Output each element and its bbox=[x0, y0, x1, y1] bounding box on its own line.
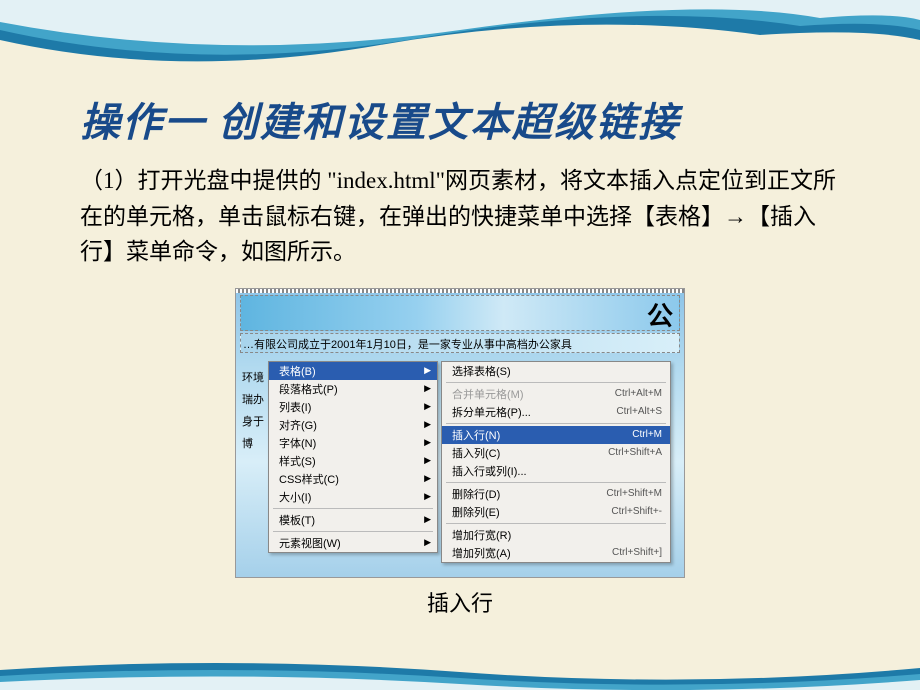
menu-item-insert-column[interactable]: 插入列(C) Ctrl+Shift+A bbox=[442, 444, 670, 462]
menu-item-split-cell[interactable]: 拆分单元格(P)... Ctrl+Alt+S bbox=[442, 403, 670, 421]
submenu-arrow-icon: ▶ bbox=[424, 419, 431, 430]
menu-item-increase-row-width[interactable]: 增加行宽(R) bbox=[442, 526, 670, 544]
slide-body-text: （1）打开光盘中提供的 "index.html"网页素材，将文本插入点定位到正文… bbox=[80, 163, 840, 270]
submenu-arrow-icon: ▶ bbox=[424, 491, 431, 502]
menu-separator bbox=[273, 508, 433, 509]
menu-item-delete-row[interactable]: 删除行(D) Ctrl+Shift+M bbox=[442, 485, 670, 503]
decorative-wave-bottom bbox=[0, 660, 920, 690]
fragment: 身于 bbox=[242, 411, 264, 433]
menu-separator bbox=[446, 523, 666, 524]
submenu-arrow-icon: ▶ bbox=[424, 537, 431, 548]
menu-item-merge-cells[interactable]: 合并单元格(M) Ctrl+Alt+M bbox=[442, 385, 670, 403]
menu-item-css-style[interactable]: CSS样式(C) ▶ bbox=[269, 470, 437, 488]
menu-item-align[interactable]: 对齐(G) ▶ bbox=[269, 416, 437, 434]
menu-item-template[interactable]: 模板(T) ▶ bbox=[269, 511, 437, 529]
submenu-arrow-icon: ▶ bbox=[424, 455, 431, 466]
figure-caption: 插入行 bbox=[427, 586, 493, 618]
menu-item-select-table[interactable]: 选择表格(S) bbox=[442, 362, 670, 380]
menu-item-table[interactable]: 表格(B) ▶ bbox=[269, 362, 437, 380]
slide-title: 操作一 创建和设置文本超级链接 bbox=[80, 90, 840, 148]
menu-item-insert-row[interactable]: 插入行(N) Ctrl+M bbox=[442, 426, 670, 444]
menu-item-element-view[interactable]: 元素视图(W) ▶ bbox=[269, 534, 437, 552]
fragment: 瑞办 bbox=[242, 389, 264, 411]
submenu-arrow-icon: ▶ bbox=[424, 514, 431, 525]
submenu-arrow-icon: ▶ bbox=[424, 401, 431, 412]
screenshot-body-fragment: …有限公司成立于2001年1月10日，是一家专业从事中高档办公家具 bbox=[240, 333, 680, 353]
banner-text: 公 bbox=[647, 296, 673, 333]
submenu-arrow-icon: ▶ bbox=[424, 473, 431, 484]
menu-separator bbox=[446, 482, 666, 483]
embedded-screenshot: 公 …有限公司成立于2001年1月10日，是一家专业从事中高档办公家具 环境 瑞… bbox=[235, 288, 685, 578]
menu-item-list[interactable]: 列表(I) ▶ bbox=[269, 398, 437, 416]
menu-item-font[interactable]: 字体(N) ▶ bbox=[269, 434, 437, 452]
submenu-arrow-icon: ▶ bbox=[424, 383, 431, 394]
menu-item-size[interactable]: 大小(I) ▶ bbox=[269, 488, 437, 506]
menu-item-insert-row-or-column[interactable]: 插入行或列(I)... bbox=[442, 462, 670, 480]
submenu-arrow-icon: ▶ bbox=[424, 437, 431, 448]
fragment: 环境 bbox=[242, 367, 264, 389]
screenshot-banner: 公 bbox=[240, 295, 680, 331]
context-submenu-table: 选择表格(S) 合并单元格(M) Ctrl+Alt+M 拆分单元格(P)... … bbox=[441, 361, 671, 563]
context-menu-primary: 表格(B) ▶ 段落格式(P) ▶ 列表(I) ▶ 对齐(G) ▶ 字体(N) bbox=[268, 361, 438, 553]
menu-separator bbox=[273, 531, 433, 532]
fragment: 博 bbox=[242, 433, 264, 455]
submenu-arrow-icon: ▶ bbox=[424, 365, 431, 376]
menu-item-increase-col-width[interactable]: 增加列宽(A) Ctrl+Shift+] bbox=[442, 544, 670, 562]
menu-item-style[interactable]: 样式(S) ▶ bbox=[269, 452, 437, 470]
menu-separator bbox=[446, 423, 666, 424]
menu-separator bbox=[446, 382, 666, 383]
menu-item-delete-column[interactable]: 删除列(E) Ctrl+Shift+- bbox=[442, 503, 670, 521]
menu-item-paragraph-format[interactable]: 段落格式(P) ▶ bbox=[269, 380, 437, 398]
left-text-fragments: 环境 瑞办 身于 博 bbox=[242, 367, 264, 455]
